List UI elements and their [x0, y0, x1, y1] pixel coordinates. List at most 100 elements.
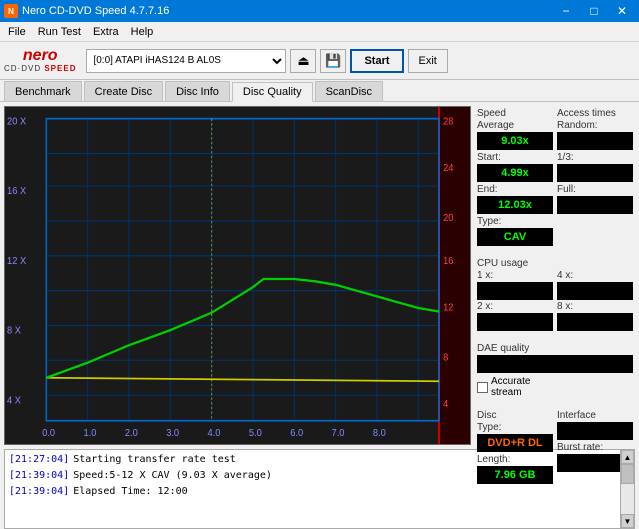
svg-text:7.0: 7.0 [332, 427, 345, 439]
menu-run-test[interactable]: Run Test [32, 25, 87, 39]
average-value: 9.03x [477, 132, 553, 150]
log-area: [21:27:04] Starting transfer rate test [… [4, 449, 635, 529]
cpu4x-label: 4 x: [557, 270, 633, 281]
close-button[interactable]: ✕ [609, 2, 635, 20]
start-value: 4.99x [477, 164, 553, 182]
log-text-3: Elapsed Time: 12:00 [73, 484, 187, 500]
tab-scan-disc[interactable]: ScanDisc [315, 81, 383, 101]
menu-help[interactable]: Help [125, 25, 160, 39]
log-time-2: [21:39:04] [9, 468, 69, 484]
svg-text:2.0: 2.0 [125, 427, 138, 439]
end-value: 12.03x [477, 196, 553, 214]
save-icon-button[interactable]: 💾 [320, 49, 346, 73]
access-times-label: Access times [557, 108, 633, 119]
random-value [557, 132, 633, 150]
svg-text:16: 16 [443, 255, 454, 267]
start-button[interactable]: Start [350, 49, 403, 73]
log-entry-3: [21:39:04] Elapsed Time: 12:00 [9, 484, 616, 500]
app-icon: N [4, 4, 18, 18]
nero-logo-text: nero [23, 48, 58, 64]
scrollbar-down-button[interactable]: ▼ [621, 514, 634, 528]
cpu-usage-label: CPU usage [477, 258, 553, 269]
full-value [557, 196, 633, 214]
tab-benchmark[interactable]: Benchmark [4, 81, 82, 101]
cpu-left: CPU usage 1 x: 2 x: [477, 258, 553, 331]
speed-section: Speed Average 9.03x Start: 4.99x End: 12… [477, 108, 553, 246]
one-third-value [557, 164, 633, 182]
title-bar-text: Nero CD-DVD Speed 4.7.7.16 [22, 5, 169, 17]
nero-logo-subtitle: CD·DVD SPEED [4, 64, 76, 73]
svg-text:1.0: 1.0 [84, 427, 97, 439]
dae-value [477, 355, 633, 373]
toolbar: nero CD·DVD SPEED [0:0] ATAPI iHAS124 B … [0, 42, 639, 80]
tab-disc-quality[interactable]: Disc Quality [232, 82, 313, 102]
chart-svg: 20 X 16 X 12 X 8 X 4 X 28 24 20 16 12 8 … [5, 107, 470, 444]
nero-logo: nero CD·DVD SPEED [4, 48, 76, 73]
scrollbar-thumb[interactable] [621, 464, 634, 484]
speed-label: Speed [477, 108, 553, 119]
menu-extra[interactable]: Extra [87, 25, 125, 39]
accurate-stream-row: Accurate stream [477, 376, 633, 398]
cpu-right: 4 x: 8 x: [557, 258, 633, 331]
cpu2x-value [477, 313, 553, 331]
log-text-2: Speed:5-12 X CAV (9.03 X average) [73, 468, 272, 484]
menu-file[interactable]: File [2, 25, 32, 39]
svg-text:20: 20 [443, 212, 454, 224]
log-text-1: Starting transfer rate test [73, 452, 236, 468]
drive-selector[interactable]: [0:0] ATAPI iHAS124 B AL0S [86, 49, 286, 73]
random-label: Random: [557, 120, 633, 131]
scrollbar-up-button[interactable]: ▲ [621, 450, 634, 464]
interface-label: Interface [557, 410, 633, 421]
svg-text:8 X: 8 X [7, 325, 21, 337]
scrollbar-track [621, 464, 634, 514]
log-scrollbar: ▲ ▼ [620, 450, 634, 528]
main-content: 20 X 16 X 12 X 8 X 4 X 28 24 20 16 12 8 … [0, 102, 639, 449]
menu-bar: File Run Test Extra Help [0, 22, 639, 42]
svg-text:0.0: 0.0 [42, 427, 55, 439]
title-bar: N Nero CD-DVD Speed 4.7.7.16 − □ ✕ [0, 0, 639, 22]
log-time-1: [21:27:04] [9, 452, 69, 468]
svg-text:4.0: 4.0 [208, 427, 221, 439]
log-time-3: [21:39:04] [9, 484, 69, 500]
svg-text:16 X: 16 X [7, 186, 26, 198]
access-times-section: Access times Random: 1/3: Full: [557, 108, 633, 246]
svg-text:20 X: 20 X [7, 116, 26, 128]
cpu-section: CPU usage 1 x: 2 x: 4 x: 8 x: [477, 258, 633, 331]
exit-button[interactable]: Exit [408, 49, 448, 73]
title-bar-controls: − □ ✕ [553, 2, 635, 20]
log-content: [21:27:04] Starting transfer rate test [… [5, 450, 620, 528]
svg-text:12: 12 [443, 302, 453, 314]
svg-text:5.0: 5.0 [249, 427, 262, 439]
svg-text:8.0: 8.0 [373, 427, 386, 439]
title-bar-left: N Nero CD-DVD Speed 4.7.7.16 [4, 4, 169, 18]
minimize-button[interactable]: − [553, 2, 579, 20]
speed-access-row: Speed Average 9.03x Start: 4.99x End: 12… [477, 108, 633, 246]
accurate-stream-checkbox[interactable] [477, 382, 488, 393]
tab-create-disc[interactable]: Create Disc [84, 81, 163, 101]
svg-text:24: 24 [443, 162, 454, 174]
log-entry-1: [21:27:04] Starting transfer rate test [9, 452, 616, 468]
start-label: Start: [477, 152, 553, 163]
type-label: Type: [477, 216, 553, 227]
type-value: CAV [477, 228, 553, 246]
cpu1x-label: 1 x: [477, 270, 553, 281]
svg-text:3.0: 3.0 [166, 427, 179, 439]
one-third-label: 1/3: [557, 152, 633, 163]
disc-type-label-1: Disc [477, 410, 553, 421]
svg-text:12 X: 12 X [7, 255, 26, 267]
svg-text:6.0: 6.0 [290, 427, 303, 439]
cpu1x-value [477, 282, 553, 300]
end-label: End: [477, 184, 553, 195]
cpu4x-value [557, 282, 633, 300]
average-label: Average [477, 120, 553, 131]
svg-text:4: 4 [443, 398, 449, 410]
chart-container: 20 X 16 X 12 X 8 X 4 X 28 24 20 16 12 8 … [4, 106, 471, 445]
log-entry-2: [21:39:04] Speed:5-12 X CAV (9.03 X aver… [9, 468, 616, 484]
maximize-button[interactable]: □ [581, 2, 607, 20]
eject-icon-button[interactable]: ⏏ [290, 49, 316, 73]
dae-quality-label: DAE quality [477, 343, 633, 354]
cpu2x-label: 2 x: [477, 301, 553, 312]
tab-disc-info[interactable]: Disc Info [165, 81, 230, 101]
disc-type-label-2: Type: [477, 422, 553, 433]
svg-text:4 X: 4 X [7, 395, 21, 407]
